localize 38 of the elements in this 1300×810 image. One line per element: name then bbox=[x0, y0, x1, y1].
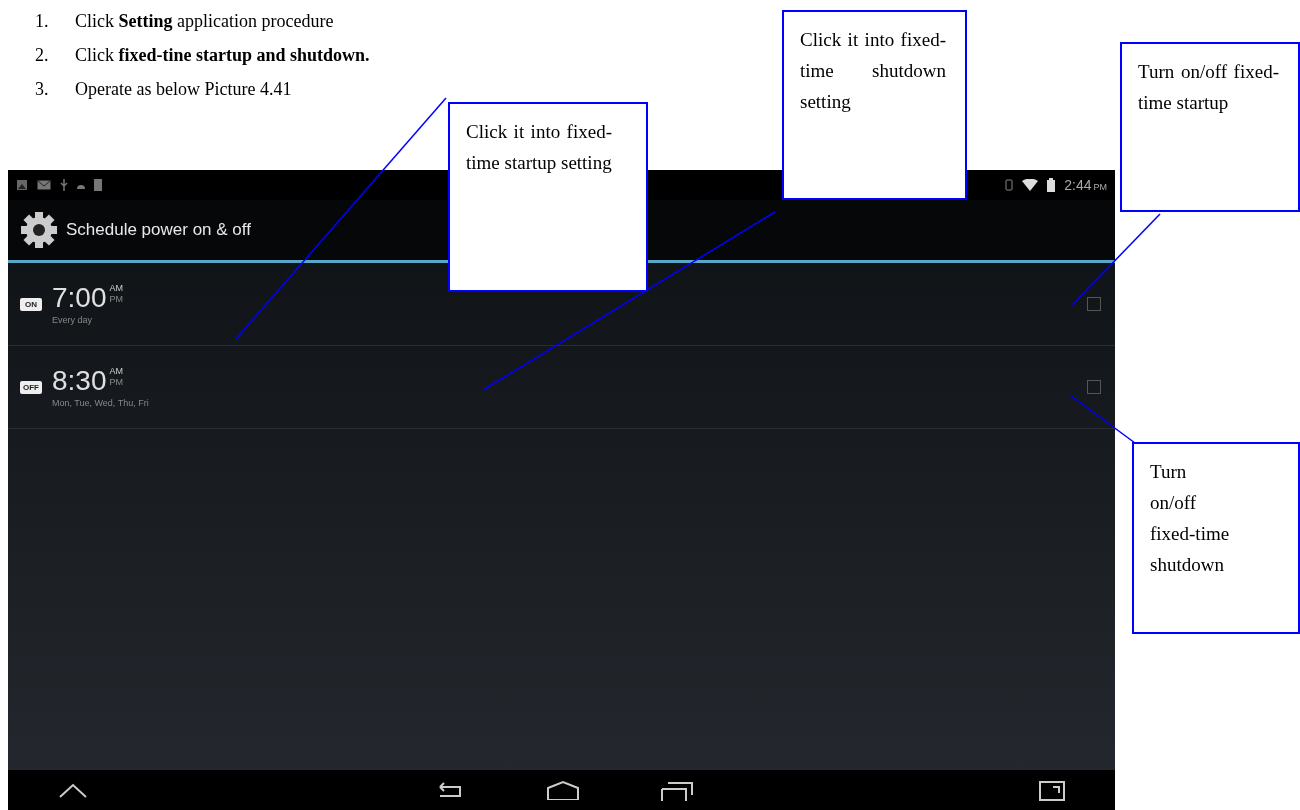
callout-text: Turn on/off fixed-time shutdown bbox=[1132, 442, 1300, 634]
callout-text: Turn on/off fixed-time startup bbox=[1120, 42, 1300, 212]
am-label: AM bbox=[109, 366, 123, 377]
home-icon[interactable] bbox=[545, 780, 580, 800]
repeat-days: Every day bbox=[52, 315, 123, 325]
step-number: 1. bbox=[35, 11, 50, 32]
usb-icon bbox=[60, 179, 68, 191]
step-number: 3. bbox=[35, 79, 50, 100]
settings-icon[interactable] bbox=[18, 209, 60, 251]
repeat-days: Mon, Tue, Wed, Thu, Fri bbox=[52, 398, 149, 408]
pm-label: PM bbox=[109, 377, 123, 388]
step-number: 2. bbox=[35, 45, 50, 66]
mail-icon bbox=[37, 180, 51, 190]
callout-text: Click it into fixed-time startup setting bbox=[448, 102, 648, 292]
schedule-checkbox[interactable] bbox=[1087, 297, 1101, 311]
power-state-badge: OFF bbox=[20, 380, 42, 394]
step-text: Click fixed-tine startup and shutdown. bbox=[75, 45, 370, 66]
battery-icon bbox=[1047, 178, 1056, 192]
wifi-icon bbox=[1022, 179, 1039, 191]
picture-notification-icon bbox=[16, 179, 28, 191]
sd-card-icon bbox=[94, 179, 102, 191]
power-state-badge: ON bbox=[20, 297, 42, 311]
screenshot-icon[interactable] bbox=[1039, 779, 1065, 801]
recent-apps-icon[interactable] bbox=[659, 779, 694, 801]
schedule-checkbox[interactable] bbox=[1087, 380, 1101, 394]
step-text: Operate as below Picture 4.41 bbox=[75, 79, 292, 100]
schedule-time[interactable]: 8:30 bbox=[52, 366, 107, 396]
pm-label: PM bbox=[109, 294, 123, 305]
clock-period: PM bbox=[1093, 182, 1107, 192]
screen-title: Schedule power on & off bbox=[66, 220, 251, 240]
vibrate-icon bbox=[1005, 179, 1014, 191]
leader-line bbox=[1069, 394, 1136, 444]
clock-time: 2:44 bbox=[1064, 177, 1092, 193]
am-label: AM bbox=[109, 283, 123, 294]
callout-text: Click it into fixed-time shutdown setting bbox=[782, 10, 967, 200]
step-text: Click Setting application procedure bbox=[75, 11, 334, 32]
up-caret-icon[interactable] bbox=[58, 782, 88, 798]
schedule-time[interactable]: 7:00 bbox=[52, 283, 107, 313]
